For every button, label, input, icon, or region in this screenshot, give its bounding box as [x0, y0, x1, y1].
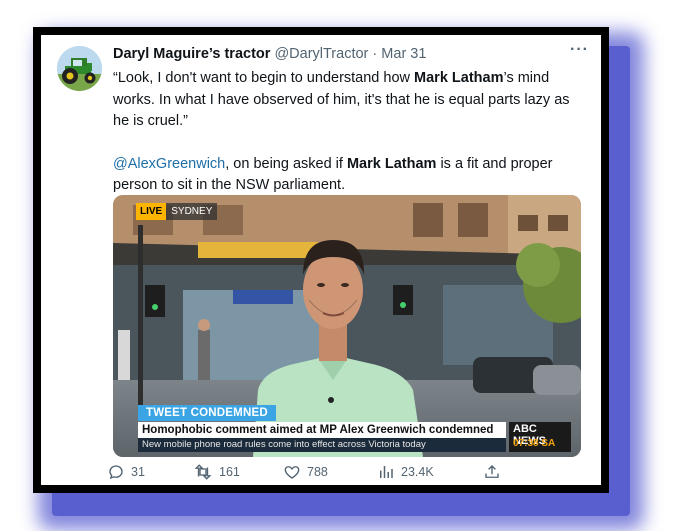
time-zone: SA — [541, 438, 556, 449]
user-handle[interactable]: @DarylTractor — [274, 46, 368, 62]
tweet-date[interactable]: Mar 31 — [381, 46, 426, 62]
retweet-count: 161 — [219, 465, 240, 479]
tweet-header: Daryl Maguire’s tractor @DarylTractor · … — [113, 46, 585, 66]
bold-name: Mark Latham — [346, 155, 437, 172]
abc-news-logo: ABC NEWS 07:38 SA — [509, 422, 571, 452]
reply-icon — [109, 465, 123, 480]
mention-link[interactable]: @AlexGreenwich — [113, 156, 225, 172]
time-value: 07:38 — [513, 438, 539, 449]
context-part-1: , on being asked if — [225, 155, 347, 172]
bold-name: Mark Latham — [414, 70, 504, 86]
share-icon — [485, 465, 499, 478]
news-badge: TWEET CONDEMNED — [138, 405, 276, 421]
retweet-icon — [194, 464, 212, 480]
video-thumbnail[interactable]: LIVE SYDNEY TWEET CONDEMNED Homophobic c… — [113, 195, 581, 457]
heart-icon — [284, 466, 300, 479]
live-indicator: LIVE SYDNEY — [136, 203, 218, 220]
retweet-action[interactable]: 161 — [193, 461, 240, 483]
like-count: 788 — [307, 465, 328, 479]
tweet-actions: 31 161 788 23.4K — [107, 461, 527, 483]
broadcast-time: 07:38 SA — [513, 438, 555, 449]
live-city: SYDNEY — [166, 203, 218, 220]
screenshot-frame: Daryl Maguire’s tractor @DarylTractor · … — [33, 27, 609, 493]
news-headline: Homophobic comment aimed at MP Alex Gree… — [138, 422, 506, 438]
tweet-card: Daryl Maguire’s tractor @DarylTractor · … — [41, 35, 601, 485]
more-options-icon[interactable]: ··· — [570, 41, 589, 59]
quote-part-1: “Look, I don't want to begin to understa… — [113, 70, 415, 86]
display-name[interactable]: Daryl Maguire’s tractor — [113, 46, 270, 62]
views-count: 23.4K — [401, 465, 434, 479]
tweet-paragraph-quote: “Look, I don't want to begin to understa… — [113, 68, 583, 133]
tweet-paragraph-context: @AlexGreenwich, on being asked if Mark L… — [113, 154, 583, 197]
reply-count: 31 — [131, 465, 145, 479]
views-action[interactable]: 23.4K — [377, 461, 434, 483]
reply-action[interactable]: 31 — [107, 461, 145, 483]
avatar[interactable] — [57, 46, 102, 91]
views-chart-icon — [380, 466, 393, 478]
news-ticker: New mobile phone road rules come into ef… — [138, 438, 506, 452]
separator-dot: · — [372, 46, 378, 62]
tweet-text: “Look, I don't want to begin to understa… — [113, 68, 583, 197]
like-action[interactable]: 788 — [283, 461, 328, 483]
share-action[interactable] — [483, 461, 501, 483]
live-tag: LIVE — [136, 203, 167, 220]
tractor-icon — [57, 46, 102, 91]
